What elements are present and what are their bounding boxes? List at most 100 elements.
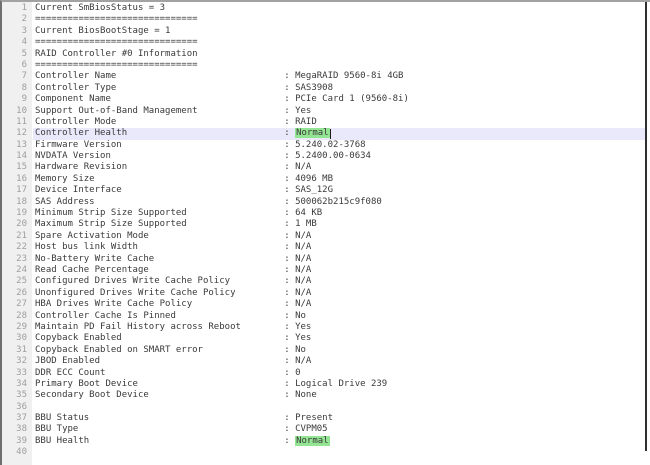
log-line[interactable]: 15Hardware Revision : N/A bbox=[2, 162, 645, 173]
line-text: SAS Address : 500062b215c9f080 bbox=[33, 197, 645, 208]
field-value: 5.240.02-3768 bbox=[295, 140, 365, 150]
line-number: 1 bbox=[2, 3, 33, 14]
line-number: 6 bbox=[2, 60, 33, 71]
line-number: 28 bbox=[2, 311, 33, 322]
log-line[interactable]: 33DDR ECC Count : 0 bbox=[2, 368, 645, 379]
highlighted-match: Normal bbox=[295, 436, 330, 446]
line-number: 4 bbox=[2, 37, 33, 48]
field-value: SAS3908 bbox=[295, 83, 333, 93]
field-value: RAID bbox=[295, 117, 317, 127]
line-number: 14 bbox=[2, 151, 33, 162]
text-caret bbox=[330, 129, 331, 139]
log-line[interactable]: 5RAID Controller #0 Information bbox=[2, 49, 645, 60]
log-line[interactable]: 31Copyback Enabled on SMART error : No bbox=[2, 345, 645, 356]
log-line[interactable]: 11Controller Mode : RAID bbox=[2, 117, 645, 128]
log-line[interactable]: 9Component Name : PCIe Card 1 (9560-8i) bbox=[2, 94, 645, 105]
log-line[interactable]: 10Support Out-of-Band Management : Yes bbox=[2, 106, 645, 117]
log-line[interactable]: 19Minimum Strip Size Supported : 64 KB bbox=[2, 208, 645, 219]
line-number: 15 bbox=[2, 162, 33, 173]
log-line[interactable]: 25Configured Drives Write Cache Policy :… bbox=[2, 276, 645, 287]
log-line[interactable]: 14NVDATA Version : 5.2400.00-0634 bbox=[2, 151, 645, 162]
field-value: Yes bbox=[295, 106, 311, 116]
line-number: 2 bbox=[2, 14, 33, 25]
log-line[interactable]: 20Maximum Strip Size Supported : 1 MB bbox=[2, 219, 645, 230]
line-text bbox=[33, 402, 645, 413]
line-number: 36 bbox=[2, 402, 33, 413]
log-line[interactable]: 30Copyback Enabled : Yes bbox=[2, 333, 645, 344]
line-number: 17 bbox=[2, 185, 33, 196]
line-text: Minimum Strip Size Supported : 64 KB bbox=[33, 208, 645, 219]
log-line[interactable]: 7Controller Name : MegaRAID 9560-8i 4GB bbox=[2, 71, 645, 82]
field-value: MegaRAID 9560-8i 4GB bbox=[295, 71, 403, 81]
log-line[interactable]: 2============================== bbox=[2, 14, 645, 25]
line-text: Device Interface : SAS_12G bbox=[33, 185, 645, 196]
line-text: Copyback Enabled : Yes bbox=[33, 333, 645, 344]
highlighted-match: Normal bbox=[295, 128, 330, 138]
field-value: No bbox=[295, 345, 306, 355]
line-text: HBA Drives Write Cache Policy : N/A bbox=[33, 299, 645, 310]
line-text: NVDATA Version : 5.2400.00-0634 bbox=[33, 151, 645, 162]
field-value: 0 bbox=[295, 368, 300, 378]
window-right-border bbox=[645, 2, 647, 451]
line-text: Host bus link Width : N/A bbox=[33, 242, 645, 253]
log-line[interactable]: 13Firmware Version : 5.240.02-3768 bbox=[2, 140, 645, 151]
line-number: 20 bbox=[2, 219, 33, 230]
log-line[interactable]: 16Memory Size : 4096 MB bbox=[2, 174, 645, 185]
line-text: Spare Activation Mode : N/A bbox=[33, 231, 645, 242]
field-value: N/A bbox=[295, 162, 311, 172]
log-line[interactable]: 28Controller Cache Is Pinned : No bbox=[2, 311, 645, 322]
field-value: PCIe Card 1 (9560-8i) bbox=[295, 94, 409, 104]
field-value: Present bbox=[295, 413, 333, 423]
log-line[interactable]: 17Device Interface : SAS_12G bbox=[2, 185, 645, 196]
field-value: N/A bbox=[295, 265, 311, 275]
log-line[interactable]: 27HBA Drives Write Cache Policy : N/A bbox=[2, 299, 645, 310]
line-number: 16 bbox=[2, 174, 33, 185]
log-line[interactable]: 12Controller Health : Normal bbox=[2, 128, 645, 139]
log-line[interactable]: 18SAS Address : 500062b215c9f080 bbox=[2, 197, 645, 208]
log-line[interactable]: 6============================== bbox=[2, 60, 645, 71]
log-line[interactable]: 36 bbox=[2, 402, 645, 413]
log-line[interactable]: 29Maintain PD Fail History across Reboot… bbox=[2, 322, 645, 333]
line-number: 23 bbox=[2, 254, 33, 265]
log-line[interactable]: 26Unonfigured Drives Write Cache Policy … bbox=[2, 288, 645, 299]
log-line[interactable]: 3Current BiosBootStage = 1 bbox=[2, 26, 645, 37]
line-number: 12 bbox=[2, 128, 33, 139]
log-line[interactable]: 40 bbox=[2, 447, 645, 458]
line-number: 11 bbox=[2, 117, 33, 128]
field-value: N/A bbox=[295, 276, 311, 286]
line-number: 37 bbox=[2, 413, 33, 424]
field-value: No bbox=[295, 311, 306, 321]
line-number: 5 bbox=[2, 49, 33, 60]
line-number: 22 bbox=[2, 242, 33, 253]
log-line[interactable]: 35Secondary Boot Device : None bbox=[2, 390, 645, 401]
log-line[interactable]: 1Current SmBiosStatus = 3 bbox=[2, 3, 645, 14]
line-text: Current SmBiosStatus = 3 bbox=[33, 3, 645, 14]
log-line[interactable]: 38BBU Type : CVPM05 bbox=[2, 424, 645, 435]
log-line[interactable]: 39BBU Health : Normal bbox=[2, 436, 645, 447]
line-number: 29 bbox=[2, 322, 33, 333]
field-value: N/A bbox=[295, 299, 311, 309]
line-text: BBU Health : Normal bbox=[33, 436, 645, 447]
field-value: 5.2400.00-0634 bbox=[295, 151, 371, 161]
log-line[interactable]: 32JBOD Enabled : N/A bbox=[2, 356, 645, 367]
log-line[interactable]: 8Controller Type : SAS3908 bbox=[2, 83, 645, 94]
line-text: BBU Type : CVPM05 bbox=[33, 424, 645, 435]
log-line[interactable]: 21Spare Activation Mode : N/A bbox=[2, 231, 645, 242]
line-number: 7 bbox=[2, 71, 33, 82]
line-number: 19 bbox=[2, 208, 33, 219]
log-line[interactable]: 23No-Battery Write Cache : N/A bbox=[2, 254, 645, 265]
field-value: N/A bbox=[295, 356, 311, 366]
log-line[interactable]: 34Primary Boot Device : Logical Drive 23… bbox=[2, 379, 645, 390]
line-number: 3 bbox=[2, 26, 33, 37]
line-text: BBU Status : Present bbox=[33, 413, 645, 424]
line-text bbox=[33, 447, 645, 458]
log-line[interactable]: 37BBU Status : Present bbox=[2, 413, 645, 424]
log-line[interactable]: 4============================== bbox=[2, 37, 645, 48]
log-line[interactable]: 24Read Cache Percentage : N/A bbox=[2, 265, 645, 276]
editor-canvas[interactable]: 1Current SmBiosStatus = 32==============… bbox=[2, 3, 645, 459]
line-number: 25 bbox=[2, 276, 33, 287]
line-number: 9 bbox=[2, 94, 33, 105]
log-line[interactable]: 22Host bus link Width : N/A bbox=[2, 242, 645, 253]
line-number: 21 bbox=[2, 231, 33, 242]
field-value: N/A bbox=[295, 288, 311, 298]
